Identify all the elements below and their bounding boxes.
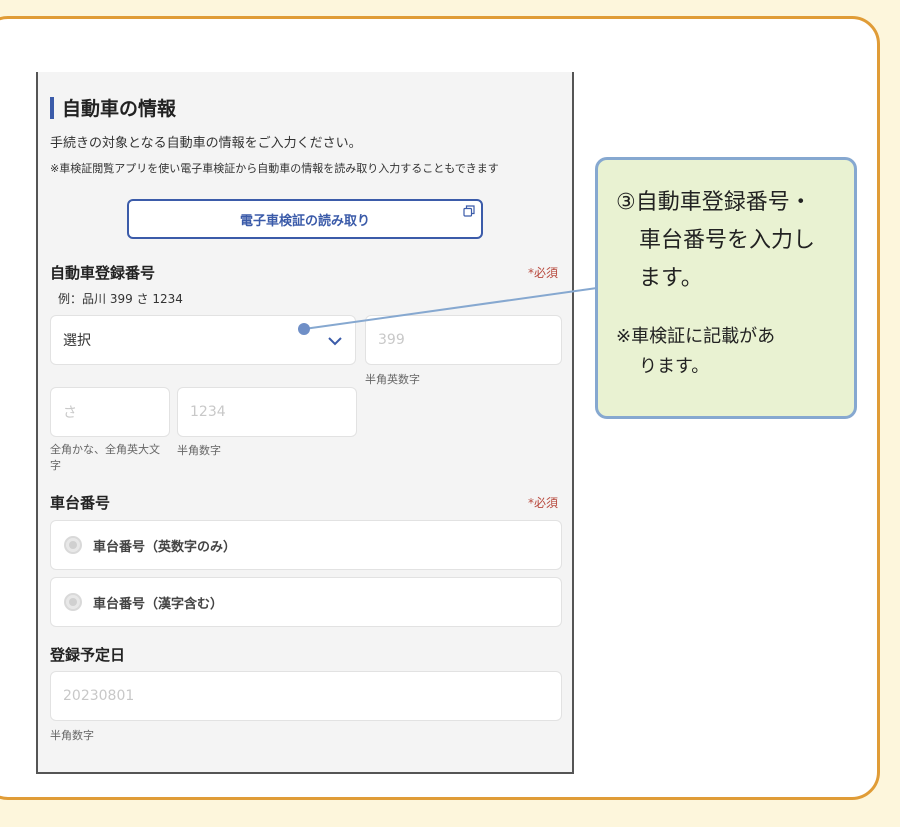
callout-main-line1: ③自動車登録番号・ [616,190,812,215]
callout-main-line2: 車台番号を入力し [639,228,816,253]
instruction-callout: ③自動車登録番号・ 車台番号を入力し ます。 ※車検証に記載があ ります。 [595,157,857,419]
connector-dot [298,323,310,335]
callout-note-line1: ※車検証に記載があ [616,326,776,347]
callout-note-line2: ります。 [639,356,710,377]
callout-main-line3: ます。 [639,266,703,291]
